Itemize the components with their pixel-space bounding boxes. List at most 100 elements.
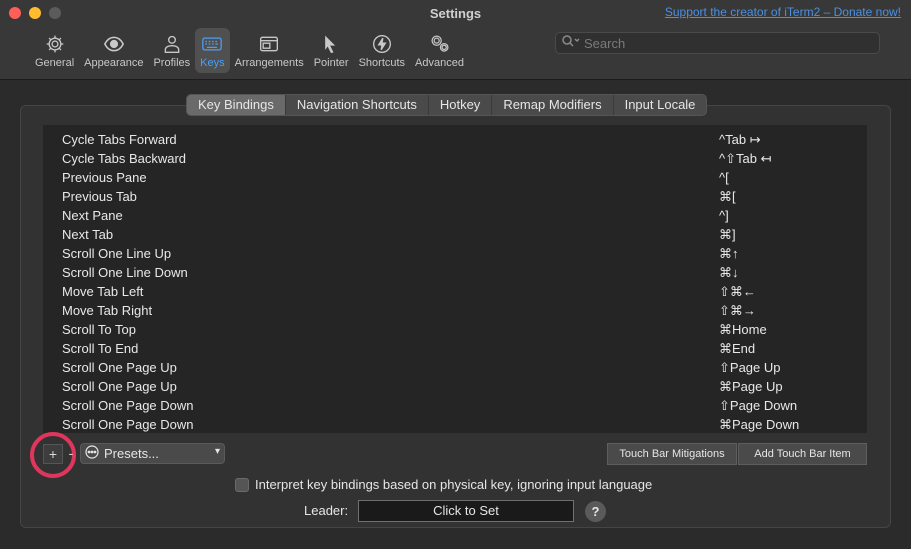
toolbar-general[interactable]: General (30, 28, 79, 73)
table-row[interactable]: Scroll One Line Down ⌘↓ (43, 263, 867, 282)
binding-key: ⌘Page Down (719, 416, 800, 432)
table-row[interactable]: Next Tab ⌘] (43, 225, 867, 244)
binding-key: ^Tab ↦ (719, 131, 761, 147)
leader-key-field[interactable]: Click to Set (358, 500, 574, 522)
toolbar-label: General (35, 57, 75, 69)
binding-key: ⌘[ (719, 188, 736, 204)
binding-key: ⌘] (719, 226, 736, 242)
toolbar-label: Pointer (313, 57, 349, 69)
binding-action: Scroll One Line Up (62, 246, 172, 261)
binding-key: ^[ (719, 170, 729, 185)
eye-icon (102, 33, 126, 55)
window-toolbar: Settings Support the creator of iTerm2 –… (0, 0, 911, 80)
window-icon (257, 33, 281, 55)
toolbar-keys[interactable]: Keys (195, 28, 230, 73)
remove-binding-button[interactable]: - (66, 444, 76, 464)
binding-action: Previous Tab (62, 189, 137, 204)
leader-label: Leader: (304, 503, 349, 518)
binding-action: Scroll One Page Down (62, 417, 194, 432)
binding-key: ^⇧Tab ↤ (719, 150, 772, 166)
toolbar-advanced[interactable]: Advanced (410, 28, 469, 73)
binding-action: Cycle Tabs Backward (62, 151, 187, 166)
donate-link[interactable]: Support the creator of iTerm2 – Donate n… (665, 5, 901, 19)
add-binding-button[interactable]: + (43, 444, 63, 464)
binding-action: Next Tab (62, 227, 114, 242)
bolt-icon (370, 33, 394, 55)
binding-action: Scroll To Top (62, 322, 136, 337)
binding-key: ⌘↑ (719, 245, 739, 261)
table-row[interactable]: Scroll One Page Down ⇧Page Down (43, 396, 867, 415)
ellipsis-circle-icon (85, 445, 104, 462)
toolbar-shortcuts[interactable]: Shortcuts (354, 28, 410, 73)
presets-dropdown[interactable]: Presets... ▾ (80, 443, 225, 464)
toolbar-pointer[interactable]: Pointer (309, 28, 354, 73)
toolbar-label: Profiles (153, 57, 191, 69)
binding-action: Scroll One Page Up (62, 360, 177, 375)
table-row[interactable]: Previous Pane ^[ (43, 168, 867, 187)
table-row[interactable]: Scroll One Page Up ⇧Page Up (43, 358, 867, 377)
table-row[interactable]: Scroll To Top ⌘Home (43, 320, 867, 339)
binding-key: ⇧⌘← (719, 283, 756, 299)
binding-key: ⌘End (719, 340, 756, 356)
binding-action: Scroll To End (62, 341, 139, 356)
interpret-physical-key-option: Interpret key bindings based on physical… (235, 477, 652, 492)
binding-action: Scroll One Line Down (62, 265, 188, 280)
table-row[interactable]: Scroll One Page Down ⌘Page Down (43, 415, 867, 433)
binding-action: Previous Pane (62, 170, 147, 185)
toolbar-label: Appearance (84, 57, 144, 69)
tab-input-locale[interactable]: Input Locale (614, 95, 707, 115)
toolbar-label: Arrangements (234, 57, 304, 69)
table-row[interactable]: Cycle Tabs Forward ^Tab ↦ (43, 130, 867, 149)
search-icon (561, 34, 581, 53)
toolbar-profiles[interactable]: Profiles (148, 28, 195, 73)
presets-label: Presets... (104, 446, 159, 461)
binding-key: ⇧Page Down (719, 397, 798, 413)
gear-icon (43, 33, 67, 55)
gears-icon (428, 33, 452, 55)
key-bindings-rows: Cycle Tabs Forward ^Tab ↦ Cycle Tabs Backw… (43, 125, 867, 433)
toolbar-arrangements[interactable]: Arrangements (230, 28, 309, 73)
toolbar-label: Advanced (415, 57, 464, 69)
toolbar-label: Keys (200, 57, 225, 69)
binding-action: Move Tab Left (62, 284, 144, 299)
keys-tab-bar: Key Bindings Navigation Shortcuts Hotkey… (186, 94, 708, 116)
settings-toolbar: General Appearance Profiles Keys Arrange… (30, 28, 469, 73)
tab-remap-modifiers[interactable]: Remap Modifiers (492, 95, 614, 115)
help-button[interactable]: ? (585, 501, 606, 522)
search-field[interactable] (555, 32, 880, 54)
table-row[interactable]: Next Pane ^] (43, 206, 867, 225)
person-icon (160, 33, 184, 55)
interpret-physical-key-checkbox[interactable] (235, 477, 249, 492)
binding-key: ⌘Home (719, 321, 767, 337)
search-input[interactable] (584, 35, 864, 51)
table-row[interactable]: Scroll One Page Up ⌘Page Up (43, 377, 867, 396)
table-row[interactable]: Cycle Tabs Backward ^⇧Tab ↤ (43, 149, 867, 168)
tab-hotkey[interactable]: Hotkey (429, 95, 493, 115)
binding-key: ⌘Page Up (719, 378, 783, 394)
binding-action: Cycle Tabs Forward (62, 132, 177, 147)
add-touch-bar-item-button[interactable]: Add Touch Bar Item (738, 443, 867, 465)
table-row[interactable]: Move Tab Right ⇧⌘→ (43, 301, 867, 320)
keyboard-icon (200, 33, 224, 55)
binding-key: ⇧Page Up (719, 359, 781, 375)
binding-key: ⇧⌘→ (719, 302, 756, 318)
table-row[interactable]: Scroll One Line Up ⌘↑ (43, 244, 867, 263)
binding-action: Move Tab Right (62, 303, 153, 318)
table-row[interactable]: Move Tab Left ⇧⌘← (43, 282, 867, 301)
binding-action: Scroll One Page Down (62, 398, 194, 413)
chevron-down-icon: ▾ (214, 446, 220, 457)
tab-navigation-shortcuts[interactable]: Navigation Shortcuts (286, 95, 429, 115)
touch-bar-mitigations-button[interactable]: Touch Bar Mitigations (607, 443, 737, 465)
cursor-icon (319, 33, 343, 55)
interpret-physical-key-label: Interpret key bindings based on physical… (255, 477, 653, 492)
table-row[interactable]: Scroll To End ⌘End (43, 339, 867, 358)
toolbar-label: Shortcuts (358, 57, 406, 69)
toolbar-appearance[interactable]: Appearance (79, 28, 148, 73)
key-bindings-table[interactable]: Cycle Tabs Forward ^Tab ↦ Cycle Tabs Backw… (43, 125, 867, 433)
binding-action: Scroll One Page Up (62, 379, 177, 394)
tab-key-bindings[interactable]: Key Bindings (187, 95, 286, 115)
binding-key: ⌘↓ (719, 264, 739, 280)
binding-action: Next Pane (62, 208, 123, 223)
binding-key: ^] (719, 208, 729, 223)
table-row[interactable]: Previous Tab ⌘[ (43, 187, 867, 206)
